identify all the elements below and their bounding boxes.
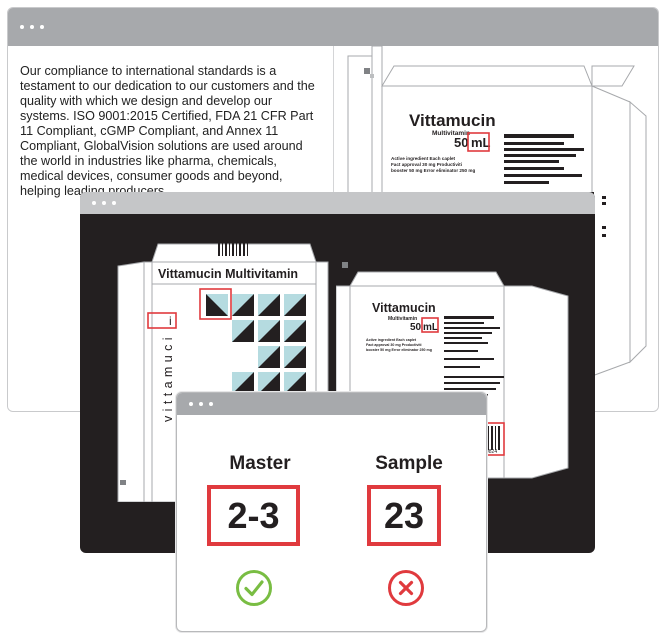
- master-value: 2-3: [207, 485, 300, 546]
- window-dot-icon[interactable]: [112, 201, 116, 205]
- vertical-highlight-letter: i: [169, 314, 172, 328]
- sample-label: Sample: [375, 453, 443, 474]
- carton-info-line: booster 50 mg Error eliminator 250 mg: [391, 168, 475, 173]
- carton-vertical-brand: vittamuci: [161, 333, 175, 422]
- window-dot-icon[interactable]: [199, 402, 203, 406]
- window-dot-icon[interactable]: [209, 402, 213, 406]
- window-titlebar: [8, 8, 658, 46]
- window-dot-icon[interactable]: [20, 25, 24, 29]
- carton-mark: [342, 262, 348, 268]
- carton-mark: [364, 68, 370, 74]
- compliance-paragraph: Our compliance to international standard…: [20, 64, 315, 198]
- carton-info-line: Fact approval 30 mg Productiviti: [391, 162, 462, 167]
- carton-mark: [120, 480, 126, 485]
- barcode-number: 9824: [486, 449, 497, 455]
- difference-highlight: [147, 312, 177, 329]
- carton-panel-title: Vittamucin Multivitamin: [158, 267, 298, 281]
- carton-volume-unit: mL: [471, 135, 491, 150]
- carton-info-line: Fact approval 30 mg Productiviti: [366, 343, 422, 347]
- carton-brand: Vittamucin: [372, 301, 436, 315]
- carton-info-line: Active ingredient Each caplet: [391, 156, 456, 161]
- window-controls[interactable]: [20, 25, 44, 29]
- result-window: Master Sample 2-3 23: [176, 392, 487, 632]
- carton-brand: Vittamucin: [409, 111, 496, 130]
- check-circle-icon: [236, 570, 272, 606]
- barcode-top: [218, 240, 248, 256]
- window-dot-icon[interactable]: [40, 25, 44, 29]
- carton-info-line: booster 50 mg Error eliminator 250 mg: [366, 348, 432, 352]
- window-dot-icon[interactable]: [102, 201, 106, 205]
- carton-volume-pre: 50: [410, 322, 422, 333]
- master-label: Master: [229, 453, 291, 474]
- window-controls[interactable]: [92, 201, 116, 205]
- x-circle-icon: [388, 570, 424, 606]
- carton-info-line: Active ingredient Each caplet: [366, 338, 417, 342]
- sample-value: 23: [367, 485, 441, 546]
- window-titlebar: [177, 393, 486, 415]
- window-controls[interactable]: [189, 402, 213, 406]
- window-dot-icon[interactable]: [30, 25, 34, 29]
- window-dot-icon[interactable]: [189, 402, 193, 406]
- carton-mark: [370, 74, 374, 78]
- window-titlebar: [80, 192, 595, 214]
- window-dot-icon[interactable]: [92, 201, 96, 205]
- vertical-highlight-layer: i: [147, 312, 177, 329]
- carton-volume-pre: 50: [454, 135, 468, 150]
